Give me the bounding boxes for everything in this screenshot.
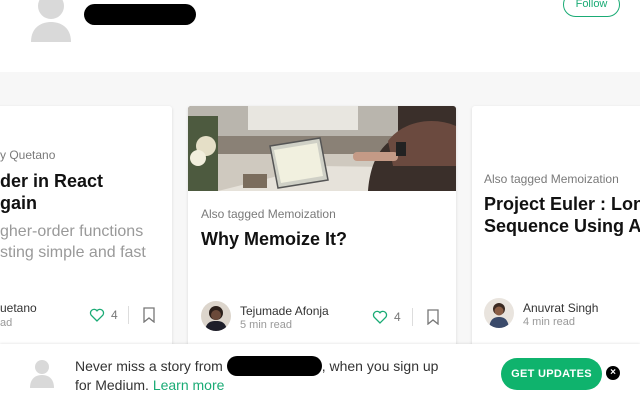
story-card[interactable]: y Quetano der in React gain gher-order f… (0, 106, 172, 348)
author-avatar[interactable] (201, 301, 231, 331)
card-title[interactable]: der in React (0, 170, 103, 192)
card-tag: Also tagged Memoization (201, 207, 336, 221)
card-divider (412, 308, 413, 326)
card-tag: y Quetano (0, 148, 56, 162)
banner-text-before: Never miss a story from (75, 358, 223, 374)
card-read-time: ad (0, 317, 13, 329)
author-avatar[interactable] (29, 0, 73, 42)
story-card[interactable]: Also tagged Memoization Why Memoize It? … (188, 106, 456, 348)
card-title[interactable]: Project Euler : Long (484, 193, 640, 215)
follow-button[interactable]: Follow (563, 0, 620, 17)
signup-banner: Never miss a story from , when you sign … (0, 344, 640, 400)
redacted-author-name (84, 4, 196, 25)
profile-header: Follow (0, 0, 640, 72)
clap-count: 4 (111, 308, 118, 322)
banner-message: Never miss a story from , when you sign … (75, 356, 438, 395)
clap-count: 4 (394, 310, 401, 324)
heart-outline-icon[interactable] (89, 307, 105, 323)
card-title[interactable]: Sequence Using A (484, 215, 640, 237)
card-title[interactable]: Why Memoize It? (201, 228, 347, 250)
card-read-time: 4 min read (523, 316, 575, 328)
card-tag: Also tagged Memoization (484, 172, 619, 186)
card-subtitle: gher-order functions (0, 223, 144, 240)
bookmark-icon[interactable] (143, 307, 155, 323)
banner-text-line2: for Medium. (75, 377, 149, 393)
get-updates-button[interactable]: GET UPDATES (501, 358, 602, 390)
story-image[interactable] (188, 106, 456, 191)
close-icon[interactable]: × (606, 366, 620, 380)
redacted-author-name (226, 356, 322, 376)
story-card[interactable]: Also tagged Memoization Project Euler : … (472, 106, 640, 348)
heart-outline-icon[interactable] (372, 309, 388, 325)
card-read-time: 5 min read (240, 319, 292, 331)
learn-more-link[interactable]: Learn more (153, 377, 225, 393)
card-title[interactable]: gain (0, 192, 37, 214)
card-subtitle: sting simple and fast (0, 244, 146, 261)
card-author[interactable]: Tejumade Afonja (240, 304, 329, 318)
author-avatar[interactable] (484, 298, 514, 328)
card-author[interactable]: Anuvrat Singh (523, 301, 598, 315)
banner-text-after: , when you sign up (321, 358, 439, 374)
avatar-placeholder-icon (30, 360, 54, 388)
card-divider (128, 306, 129, 324)
card-author[interactable]: uetano (0, 301, 37, 315)
bookmark-icon[interactable] (427, 309, 439, 325)
